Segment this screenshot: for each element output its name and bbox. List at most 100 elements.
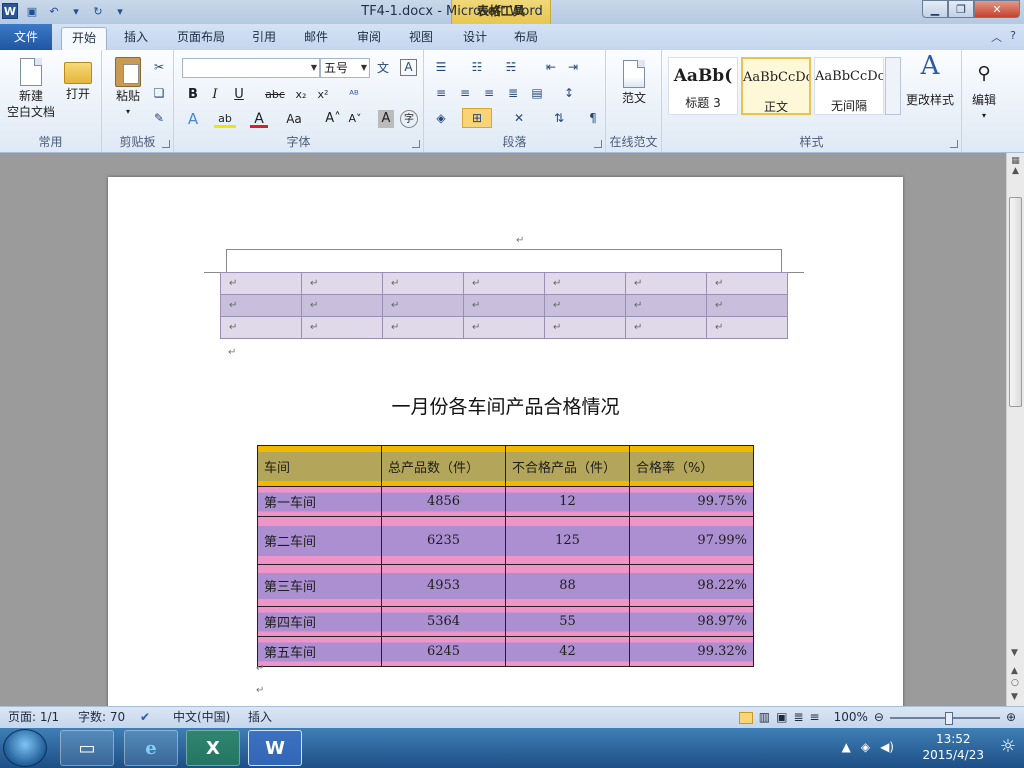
browse-object-icon[interactable]: ○ [1011, 678, 1019, 688]
total-cell[interactable]: 4953 [381, 564, 506, 607]
previous-page-icon[interactable]: ▲ [1011, 666, 1018, 676]
change-styles-button[interactable]: A 更改样式 [902, 53, 958, 108]
new-blank-document-button[interactable]: 新建 空白文档 [4, 56, 58, 120]
distributed-icon[interactable]: ▤ [528, 84, 546, 102]
ruler-toggle-icon[interactable]: ▦ [1007, 156, 1024, 166]
style-normal[interactable]: AaBbCcDc 正文 [741, 57, 811, 115]
tab-home[interactable]: 开始 [61, 27, 107, 50]
paste-button[interactable]: 粘贴 ▾ [108, 56, 148, 120]
rate-cell[interactable]: 99.75% [629, 486, 754, 517]
numbering-icon[interactable]: ☷ [468, 58, 486, 76]
font-size-combobox[interactable]: 五号 ▼ [320, 58, 370, 78]
borders-icon[interactable]: ⊞ [462, 108, 492, 128]
bullets-icon[interactable]: ☰ [432, 58, 450, 76]
text-effects-icon[interactable]: A [184, 110, 202, 128]
character-shading-icon[interactable]: A [378, 110, 394, 128]
rate-cell[interactable]: 97.99% [629, 516, 754, 565]
header-cell[interactable]: 车间 [257, 445, 382, 487]
proofing-icon[interactable]: ✔ [140, 707, 150, 728]
justify-icon[interactable]: ≣ [504, 84, 522, 102]
workshop-cell[interactable]: 第三车间 [257, 564, 382, 607]
phonetic-guide-icon[interactable]: 文 [374, 59, 392, 77]
header-cell[interactable]: 总产品数（件） [381, 445, 506, 487]
document-title[interactable]: 一月份各车间产品合格情况 [108, 392, 903, 419]
scroll-down-icon[interactable]: ▼ [1011, 648, 1018, 658]
web-layout-icon[interactable]: ▣ [776, 707, 787, 728]
network-icon[interactable]: ◈ [861, 740, 870, 754]
clock[interactable]: 13:52 2015/4/23 [922, 731, 984, 763]
page-count[interactable]: 页面: 1/1 [8, 707, 59, 728]
file-explorer-taskbar-icon[interactable]: ▭ [60, 730, 114, 766]
format-painter-icon[interactable]: ✎ [150, 109, 168, 127]
next-page-icon[interactable]: ▼ [1011, 692, 1018, 702]
align-left-icon[interactable]: ≡ [432, 84, 450, 102]
restore-button[interactable]: ❐ [948, 0, 974, 18]
volume-icon[interactable]: ◀) [880, 740, 894, 754]
scroll-up-icon[interactable]: ▲ [1007, 166, 1024, 176]
table-cell[interactable]: ↵ [301, 294, 383, 317]
table-cell[interactable]: ↵ [706, 316, 788, 339]
word-taskbar-icon[interactable]: W [248, 730, 302, 766]
rate-cell[interactable]: 99.32% [629, 636, 754, 667]
style-no-spacing[interactable]: AaBbCcDc 无间隔 [814, 57, 884, 115]
defect-cell[interactable]: 55 [505, 606, 630, 637]
header-cell[interactable]: 不合格产品（件） [505, 445, 630, 487]
table-cell[interactable]: ↵ [463, 294, 545, 317]
font-launcher-icon[interactable] [412, 140, 420, 148]
word-count[interactable]: 字数: 70 [78, 707, 125, 728]
table-cell[interactable]: ↵ [706, 294, 788, 317]
table-cell[interactable]: ↵ [301, 272, 383, 295]
weather-icon[interactable]: ☼ [1000, 736, 1016, 757]
line-spacing-icon[interactable]: ↕ [560, 84, 578, 102]
total-cell[interactable]: 4856 [381, 486, 506, 517]
table-cell[interactable]: ↵ [463, 316, 545, 339]
zoom-slider[interactable] [889, 711, 1000, 725]
font-name-dropdown-icon[interactable]: ▼ [311, 59, 317, 77]
workshop-cell[interactable]: 第二车间 [257, 516, 382, 565]
table-cell[interactable]: ↵ [301, 316, 383, 339]
paragraph-launcher-icon[interactable] [594, 140, 602, 148]
strikethrough-icon[interactable]: abc [262, 86, 288, 104]
table-cell[interactable]: ↵ [544, 316, 626, 339]
full-screen-reading-icon[interactable]: ▥ [759, 707, 770, 728]
scrollbar-thumb[interactable] [1009, 197, 1022, 407]
minimize-ribbon-icon[interactable]: ︿ [991, 29, 1002, 45]
table-cell[interactable]: ↵ [625, 316, 707, 339]
minimize-button[interactable]: ▁ [922, 0, 948, 18]
font-name-combobox[interactable]: ▼ [182, 58, 320, 78]
tab-page-layout[interactable]: 页面布局 [170, 27, 232, 50]
defect-cell[interactable]: 12 [505, 486, 630, 517]
decrease-indent-icon[interactable]: ⇤ [542, 58, 560, 76]
table-cell[interactable]: ↵ [220, 272, 302, 295]
header-cell[interactable]: 合格率（%） [629, 445, 754, 487]
clipboard-launcher-icon[interactable] [162, 140, 170, 148]
underline-icon[interactable]: U [230, 86, 248, 104]
vertical-scrollbar[interactable]: ▦ ▲ ▼ ▲ ○ ▼ [1006, 153, 1024, 706]
outline-view-icon[interactable]: ≣ [793, 707, 803, 728]
chinese-layout-icon[interactable]: ✕ [510, 109, 528, 127]
table-cell[interactable]: ↵ [382, 272, 464, 295]
character-border-icon[interactable]: A [400, 59, 417, 76]
rate-cell[interactable]: 98.97% [629, 606, 754, 637]
tab-review[interactable]: 审阅 [349, 27, 389, 50]
workshop-cell[interactable]: 第一车间 [257, 486, 382, 517]
paste-dropdown-icon[interactable]: ▾ [108, 104, 148, 120]
language-indicator[interactable]: 中文(中国) [173, 707, 230, 728]
sample-document-button[interactable]: 范文 [614, 58, 654, 106]
shading-icon[interactable]: ◈ [432, 109, 450, 127]
open-button[interactable]: 打开 [58, 56, 98, 102]
edit-button[interactable]: ⚲ 编辑 ▾ [964, 58, 1004, 124]
change-case-icon[interactable]: Aa [282, 110, 306, 128]
defect-cell[interactable]: 88 [505, 564, 630, 607]
style-heading-3[interactable]: AaBb( 标题 3 [668, 57, 738, 115]
styles-launcher-icon[interactable] [950, 140, 958, 148]
tab-insert[interactable]: 插入 [116, 27, 156, 50]
rate-cell[interactable]: 98.22% [629, 564, 754, 607]
font-size-dropdown-icon[interactable]: ▼ [361, 59, 367, 77]
close-button[interactable]: ✕ [974, 0, 1020, 18]
show-hidden-icons-icon[interactable]: ▲ [842, 740, 851, 754]
tab-table-design[interactable]: 设计 [455, 27, 495, 50]
tab-table-layout[interactable]: 布局 [506, 27, 546, 50]
table-cell[interactable]: ↵ [625, 294, 707, 317]
internet-explorer-taskbar-icon[interactable]: e [124, 730, 178, 766]
